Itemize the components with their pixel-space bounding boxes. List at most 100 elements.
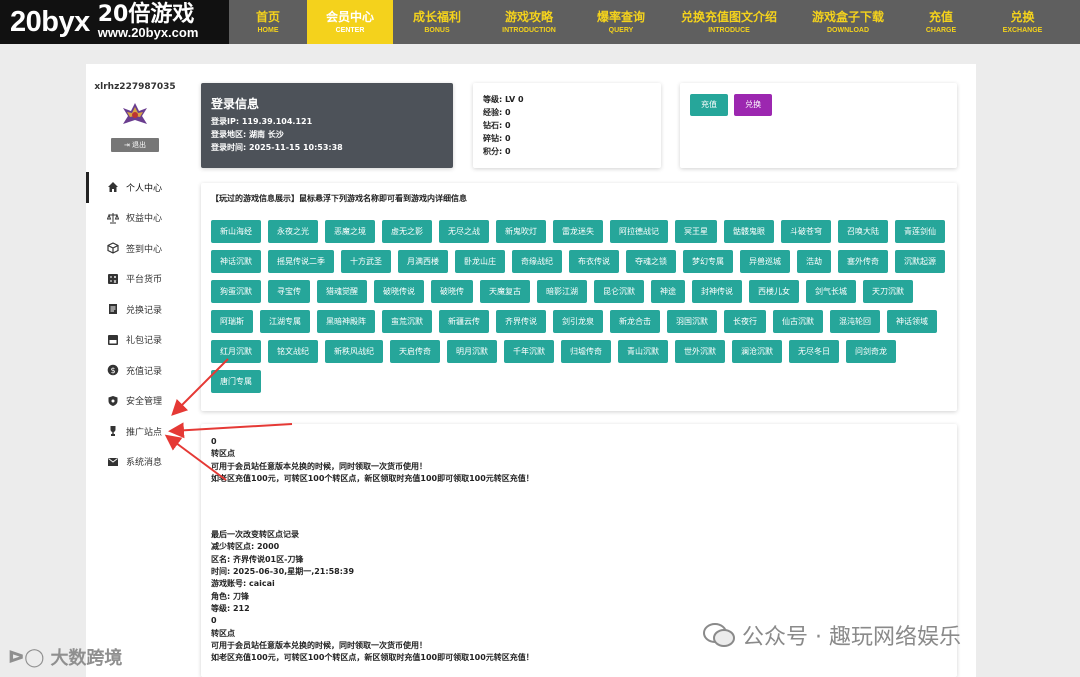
game-tag[interactable]: 摇晃传说二季 [268,250,334,273]
game-tag[interactable]: 天启传奇 [390,340,440,363]
game-tag[interactable]: 新龙合击 [610,310,660,333]
nav-item-home[interactable]: 首页 HOME [229,0,307,44]
game-tag[interactable]: 天魔复古 [480,280,530,303]
game-tag[interactable]: 神话沉默 [211,250,261,273]
sidebar-item-8[interactable]: 安全管理 [86,386,184,417]
nav-item-query[interactable]: 爆率查询 QUERY [577,0,665,44]
game-tag[interactable]: 青莲剑仙 [895,220,945,243]
nav-item-bonus[interactable]: 成长福利 BONUS [393,0,481,44]
game-tag[interactable]: 新鬼吹灯 [496,220,546,243]
game-tag[interactable]: 归墟传奇 [561,340,611,363]
nav-item-center[interactable]: 会员中心 CENTER [307,0,393,44]
game-tag[interactable]: 雷龙迷失 [553,220,603,243]
game-tag[interactable]: 问剑奇龙 [846,340,896,363]
last-change-level: 等级: 212 [211,603,250,613]
game-tag[interactable]: 铭文战纪 [268,340,318,363]
game-tag[interactable]: 破晓传 [431,280,473,303]
game-tag[interactable]: 冥王星 [675,220,717,243]
scale-icon [106,211,119,224]
nav-item-charge[interactable]: 充值 CHARGE [903,0,979,44]
game-tag[interactable]: 狗蛋沉默 [211,280,261,303]
game-tag[interactable]: 澜沧沉默 [732,340,782,363]
game-tag[interactable]: 骷髅鬼眼 [724,220,774,243]
site-logo[interactable]: 20byx 20倍游戏 www.20byx.com [0,0,229,44]
game-tag[interactable]: 梦幻专属 [683,250,733,273]
game-tag[interactable]: 浩劫 [797,250,831,273]
game-tag[interactable]: 红月沉默 [211,340,261,363]
game-tag[interactable]: 新山海经 [211,220,261,243]
game-tag[interactable]: 天刀沉默 [863,280,913,303]
sidebar-item-label: 礼包记录 [126,336,163,347]
nav-item-download[interactable]: 游戏盒子下载 DOWNLOAD [793,0,903,44]
game-tag[interactable]: 阿拉德战记 [610,220,668,243]
sidebar-item-2[interactable]: 权益中心 [86,203,184,234]
nav-item-exchange[interactable]: 兑换 EXCHANGE [979,0,1066,44]
last-change-amount: 减少转区点: 2000 [211,542,280,552]
game-tag[interactable]: 明月沉默 [447,340,497,363]
nav-sublabel: HOME [257,26,279,34]
game-tag[interactable]: 寻宝传 [268,280,310,303]
sidebar-item-10[interactable]: 系统消息 [86,447,184,478]
game-tag[interactable]: 无尽之战 [439,220,489,243]
game-tag[interactable]: 剑气长城 [806,280,856,303]
game-tag[interactable]: 阿瑞斯 [211,310,253,333]
game-tag[interactable]: 暗影江湖 [537,280,587,303]
gift-box-icon [106,333,119,346]
sidebar-item-label: 系统消息 [126,458,163,469]
game-tag[interactable]: 月满西楼 [398,250,448,273]
nav-item-introduce[interactable]: 兑换充值图文介绍 INTRODUCE [665,0,793,44]
game-tag[interactable]: 长夜行 [724,310,766,333]
game-tag[interactable]: 齐界传说 [496,310,546,333]
game-tag[interactable]: 沉默起源 [895,250,945,273]
sidebar-item-7[interactable]: $ 充值记录 [86,355,184,386]
game-tag[interactable]: 虚无之影 [382,220,432,243]
game-tag[interactable]: 猎魂觉醒 [317,280,367,303]
game-tag[interactable]: 千年沉默 [504,340,554,363]
game-tag[interactable]: 奇缘战纪 [512,250,562,273]
sidebar-item-9[interactable]: 推广站点 [86,416,184,447]
game-tag[interactable]: 青山沉默 [618,340,668,363]
exchange-button[interactable]: 兑换 [734,94,773,116]
game-tag[interactable]: 无尽冬日 [789,340,839,363]
game-tag[interactable]: 夺魂之锁 [626,250,676,273]
logout-label: 退出 [132,141,147,149]
game-tag[interactable]: 十方武圣 [341,250,391,273]
game-tag[interactable]: 异兽巡城 [740,250,790,273]
game-tag[interactable]: 蛮荒沉默 [382,310,432,333]
logout-button[interactable]: ⇥ 退出 [111,138,159,152]
points-rule-2: 如老区充值100元，可转区100个转区点，新区领取时充值100即可领取100元转… [211,653,534,663]
user-profile: xlrhz227987035 ⇥ 退出 [86,82,184,152]
game-tag[interactable]: 昆仑沉默 [594,280,644,303]
game-tag[interactable]: 剑引龙泉 [553,310,603,333]
game-tag[interactable]: 世外沉默 [675,340,725,363]
game-tag[interactable]: 黑暗神殿阵 [317,310,375,333]
game-tag[interactable]: 斗破苍穹 [781,220,831,243]
game-tag[interactable]: 永夜之光 [268,220,318,243]
game-tag[interactable]: 召唤大陆 [838,220,888,243]
game-tag[interactable]: 卧龙山庄 [455,250,505,273]
nav-label: 会员中心 [325,9,374,24]
game-tag[interactable]: 塞外传奇 [838,250,888,273]
nav-item-introduction[interactable]: 游戏攻略 INTRODUCTION [481,0,577,44]
game-tag[interactable]: 唐门专属 [211,370,261,393]
game-tag[interactable]: 神话领域 [887,310,937,333]
game-tag[interactable]: 混沌轮回 [830,310,880,333]
shield-icon [106,394,119,407]
sidebar-item-5[interactable]: 兑换记录 [86,294,184,325]
game-tag[interactable]: 布衣传说 [569,250,619,273]
game-tag[interactable]: 恶魔之境 [325,220,375,243]
sidebar-item-6[interactable]: 礼包记录 [86,325,184,356]
sidebar-item-4[interactable]: 平台货币 [86,264,184,295]
sidebar-item-1[interactable]: 个人中心 [86,172,184,203]
game-tag[interactable]: 新疆云传 [439,310,489,333]
game-tag[interactable]: 神途 [651,280,685,303]
game-tag[interactable]: 羽国沉默 [667,310,717,333]
recharge-button[interactable]: 充值 [690,94,728,116]
game-tag[interactable]: 仙古沉默 [773,310,823,333]
game-tag[interactable]: 江湖专属 [260,310,310,333]
game-tag[interactable]: 封神传说 [692,280,742,303]
game-tag[interactable]: 西楼儿女 [749,280,799,303]
game-tag[interactable]: 破晓传说 [374,280,424,303]
game-tag[interactable]: 新秩风战纪 [325,340,383,363]
sidebar-item-3[interactable]: 签到中心 [86,233,184,264]
